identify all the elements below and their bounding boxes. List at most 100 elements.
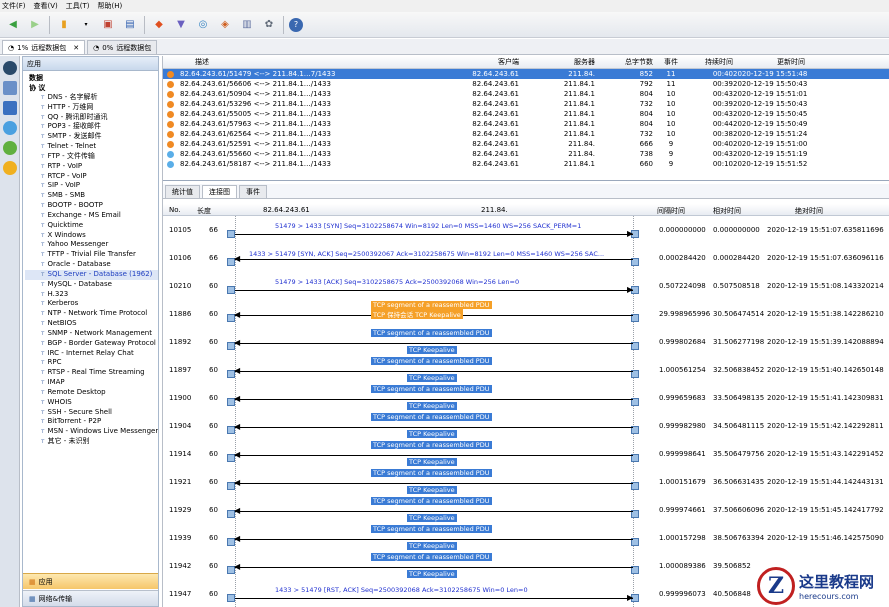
tree-item[interactable]: H.323 [25, 290, 158, 300]
tree-item[interactable]: Remote Desktop [25, 388, 158, 398]
col-bytes[interactable]: 总字节数 [595, 57, 653, 67]
tree-item[interactable]: Yahoo Messenger [25, 240, 158, 250]
tab-remote-packets-2[interactable]: ◔ 0% 远程数据包 [87, 40, 158, 54]
tree-item[interactable]: MySQL - Database [25, 280, 158, 290]
col-events[interactable]: 事件 [653, 57, 689, 67]
dashboard-icon[interactable] [3, 61, 17, 75]
tab-statistics[interactable]: 统计值 [165, 185, 200, 198]
tree-item[interactable]: BOOTP - BOOTP [25, 201, 158, 211]
tree-item[interactable]: IRC - Internet Relay Chat [25, 349, 158, 359]
tree-item[interactable]: RTCP - VoIP [25, 172, 158, 182]
close-icon[interactable]: ✕ [73, 44, 79, 52]
table-row[interactable]: 82.64.243.61/55660 <--> 211.84.1…/1433 82… [163, 149, 889, 159]
table-row[interactable]: 82.64.243.61/56606 <--> 211.84.1…/1433 82… [163, 79, 889, 89]
tree-item[interactable]: BGP - Border Gateway Protocol [25, 339, 158, 349]
tree-root-data[interactable]: 数据 [25, 73, 158, 83]
dropdown-icon[interactable]: ▾ [77, 16, 95, 34]
table-row[interactable]: 82.64.243.61/62564 <--> 211.84.1…/1433 82… [163, 129, 889, 139]
tab-connection-graph[interactable]: 连接图 [202, 185, 237, 198]
tree-item[interactable]: X Windows [25, 231, 158, 241]
flow-row[interactable]: 11921 60 1.000151679 36.506631435 2020-12-19… [163, 468, 889, 496]
tree-item[interactable]: SNMP - Network Management [25, 329, 158, 339]
tab-remote-packets-1[interactable]: ◔ 1% 远程数据包 ✕ [2, 40, 86, 54]
nav-footer-apps[interactable]: ▦ 应用 [23, 573, 158, 589]
table-row[interactable]: 82.64.243.61/51479 <--> 211.84.1…7/1433 8… [163, 69, 889, 79]
tree-item[interactable]: MSN - Windows Live Messenger [25, 427, 159, 437]
cell-server: 211.84.1 [563, 80, 595, 88]
nav-footer-network[interactable]: ▦ 网络&传输 [23, 590, 158, 606]
nodes-icon[interactable] [3, 141, 17, 155]
table-row[interactable]: 82.64.243.61/53296 <--> 211.84.1…/1433 82… [163, 99, 889, 109]
document-icon[interactable]: ▥ [238, 16, 256, 34]
tree-item[interactable]: Exchange - MS Email [25, 211, 158, 221]
protocol-icon[interactable]: ◆ [150, 16, 168, 34]
save-icon[interactable]: ▤ [121, 16, 139, 34]
tree-item[interactable]: BitTorrent - P2P [25, 417, 158, 427]
tree-item[interactable]: Oracle - Database [25, 260, 158, 270]
col-client[interactable]: 客户端 [439, 57, 519, 67]
menu-view[interactable]: 查看(V) [32, 1, 64, 11]
tree-item[interactable]: RTSP - Real Time Streaming [25, 368, 158, 378]
col-server[interactable]: 服务器 [519, 57, 595, 67]
export-icon[interactable]: ▣ [99, 16, 117, 34]
tree-item[interactable]: Telnet - Telnet [25, 142, 158, 152]
tree-item[interactable]: QQ - 腾讯即时通讯 [25, 113, 158, 123]
tree-item[interactable]: Quicktime [25, 221, 158, 231]
tree-item[interactable]: TFTP - Trivial File Transfer [25, 250, 158, 260]
settings-gear-icon[interactable]: ✿ [260, 16, 278, 34]
menu-help[interactable]: 帮助(H) [96, 1, 129, 11]
flow-row[interactable]: 11904 60 0.999982980 34.506481115 2020-12-19… [163, 412, 889, 440]
layers-icon[interactable] [3, 81, 17, 95]
tree-item[interactable]: IMAP [25, 378, 158, 388]
flow-row[interactable]: 11914 60 0.999998641 35.506479756 2020-12-19… [163, 440, 889, 468]
tree-item[interactable]: 其它 - 未识别 [25, 437, 158, 447]
flow-row[interactable]: 11892 60 0.999802684 31.506277198 2020-12-19… [163, 328, 889, 356]
cell-bytes: 804 [639, 110, 653, 118]
table-row[interactable]: 82.64.243.61/55005 <--> 211.84.1…/1433 82… [163, 109, 889, 119]
chat-icon[interactable]: ◎ [194, 16, 212, 34]
filter-icon[interactable]: ▼ [172, 16, 190, 34]
help-icon[interactable]: ? [289, 17, 303, 32]
tree-item[interactable]: POP3 - 接收邮件 [25, 122, 158, 132]
open-folder-icon[interactable]: ▮ [55, 16, 73, 34]
table-row[interactable]: 82.64.243.61/58187 <--> 211.84.1…/1433 82… [163, 159, 889, 169]
flow-row[interactable]: 10210 60 0.507224098 0.507508518 2020-12-19 … [163, 272, 889, 300]
tree-item[interactable]: SMTP - 发送邮件 [25, 132, 158, 142]
flow-row[interactable]: 11897 60 1.000561254 32.506838452 2020-12-19… [163, 356, 889, 384]
flow-row[interactable]: 11900 60 0.999659683 33.506498135 2020-12-19… [163, 384, 889, 412]
tree-item[interactable]: FTP - 文件传输 [25, 152, 158, 162]
menu-tools[interactable]: 工具(T) [64, 1, 96, 11]
tree-item[interactable]: WHOIS [25, 398, 158, 408]
flow-row[interactable]: 10105 66 0.000000000 0.000000000 2020-12-19 … [163, 216, 889, 244]
flow-row[interactable]: 10106 66 0.000284420 0.000284420 2020-12-19 … [163, 244, 889, 272]
forward-arrow-icon[interactable]: ▶ [26, 16, 44, 34]
table-row[interactable]: 82.64.243.61/57963 <--> 211.84.1…/1433 82… [163, 119, 889, 129]
pie-chart-icon[interactable] [3, 161, 17, 175]
flow-row[interactable]: 11886 60 29.998965996 30.506474514 2020-12-1… [163, 300, 889, 328]
tree-item[interactable]: RTP - VoIP [25, 162, 158, 172]
tree-item[interactable]: NTP - Network Time Protocol [25, 309, 158, 319]
tree-item[interactable]: RPC [25, 358, 158, 368]
flow-row[interactable]: 11929 60 0.999974661 37.506606096 2020-12-19… [163, 496, 889, 524]
tree-item[interactable]: DNS - 名字解析 [25, 93, 158, 103]
tree-item[interactable]: SSH - Secure Shell [25, 408, 158, 418]
tree-item[interactable]: HTTP - 万维网 [25, 103, 158, 113]
back-arrow-icon[interactable]: ◀ [4, 16, 22, 34]
menu-file[interactable]: 文件(F) [0, 1, 32, 11]
tab-events[interactable]: 事件 [239, 185, 267, 198]
chat-bubble-icon[interactable] [3, 121, 17, 135]
tree-item[interactable]: Kerberos [25, 299, 158, 309]
stats-icon[interactable]: ◈ [216, 16, 234, 34]
tree-root-protocol[interactable]: 协 议 [25, 83, 158, 93]
tree-item[interactable]: SMB - SMB [25, 191, 158, 201]
tree-item[interactable]: NetBIOS [25, 319, 158, 329]
table-row[interactable]: 82.64.243.61/52591 <--> 211.84.1…/1433 82… [163, 139, 889, 149]
col-duration[interactable]: 持续时间 [689, 57, 733, 67]
tree-item[interactable]: SQL Server - Database (1962) [25, 269, 158, 280]
table-row[interactable]: 82.64.243.61/50904 <--> 211.84.1…/1433 82… [163, 89, 889, 99]
col-description[interactable]: 描述 [177, 57, 439, 67]
col-updated[interactable]: 更新时间 [733, 57, 809, 67]
flow-row[interactable]: 11939 60 1.000157298 38.506763394 2020-12-19… [163, 524, 889, 552]
monitor-icon[interactable] [3, 101, 17, 115]
tree-item[interactable]: SIP - VoIP [25, 181, 158, 191]
